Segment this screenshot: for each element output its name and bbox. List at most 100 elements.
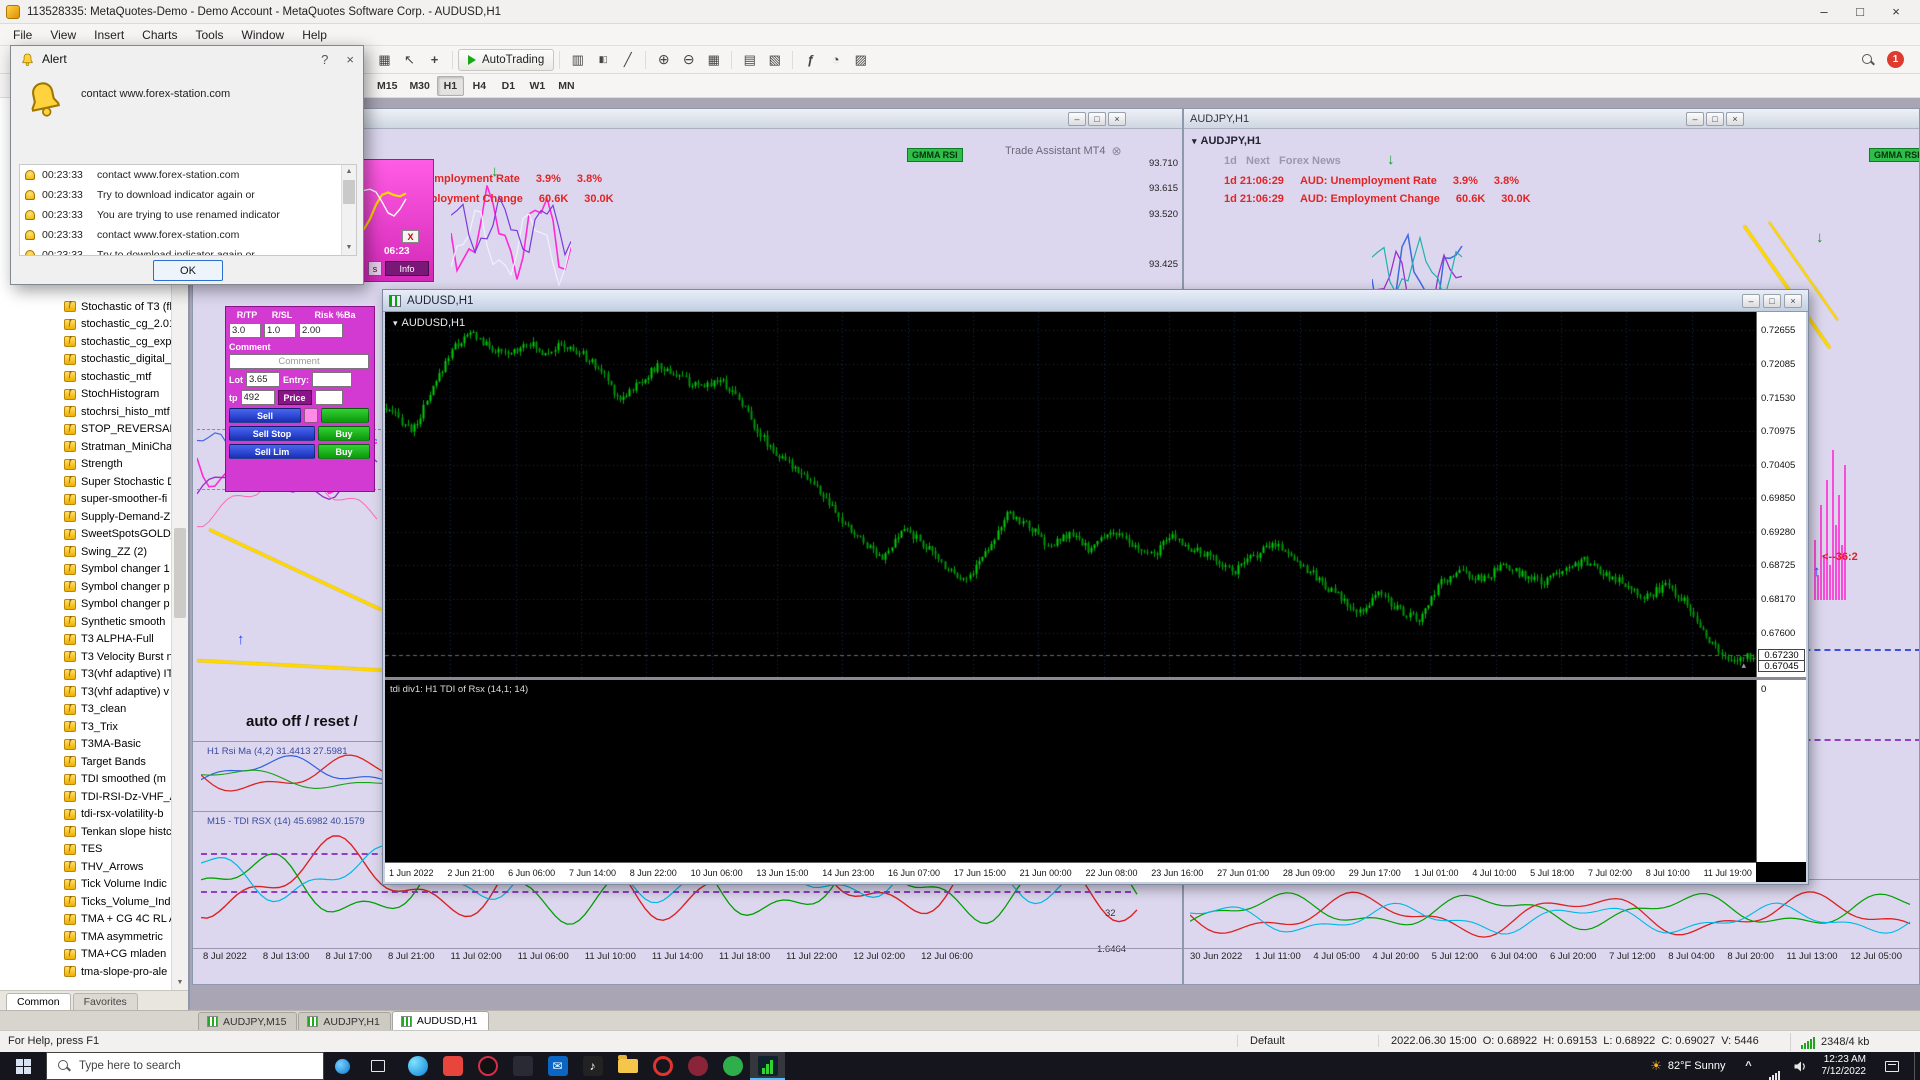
timeframe-button[interactable]: D1	[495, 76, 522, 96]
close-button[interactable]: ×	[346, 52, 354, 67]
rsl-input[interactable]	[264, 323, 296, 338]
taskbar-app-music[interactable]	[575, 1052, 610, 1080]
navigator-item[interactable]: stochastic_digital_	[0, 351, 171, 369]
taskbar-app-edge[interactable]	[400, 1052, 435, 1080]
navigator-item[interactable]: Symbol changer p	[0, 596, 171, 614]
timeframe-button[interactable]: M15	[372, 76, 402, 96]
action-center-button[interactable]	[1874, 1052, 1910, 1080]
maximize-button[interactable]	[1088, 112, 1106, 126]
indicator-scale[interactable]: 0	[1756, 680, 1806, 862]
close-button[interactable]	[1726, 112, 1744, 126]
panel-tab-s[interactable]: s	[368, 261, 382, 276]
main-price-scale[interactable]: 0.72655 0.72085 0.71530 0.70975 0.70405 0.698…	[1756, 312, 1806, 677]
minimize-button[interactable]	[1068, 112, 1086, 126]
taskbar-app-green[interactable]	[715, 1052, 750, 1080]
restore-button[interactable]	[1763, 293, 1781, 308]
sell-button[interactable]: Sell	[229, 408, 301, 423]
navigator-item[interactable]: tdi-rsx-volatility-b	[0, 806, 171, 824]
lot-input[interactable]	[246, 372, 280, 387]
menu-item[interactable]: Window	[233, 28, 294, 42]
navigator-item[interactable]: T3 Velocity Burst n	[0, 648, 171, 666]
comment-input[interactable]	[229, 354, 369, 369]
minimize-button[interactable]	[1806, 0, 1842, 24]
navigator-tab[interactable]: Common	[6, 993, 71, 1010]
zoom-in-icon[interactable]	[651, 49, 676, 71]
window-titlebar[interactable]: AUDJPY,H1	[1184, 109, 1919, 129]
candlestick-chart[interactable]	[385, 312, 1758, 677]
menu-item[interactable]: Charts	[133, 28, 186, 42]
navigator-item[interactable]: Symbol changer p	[0, 578, 171, 596]
tile-windows-icon[interactable]	[701, 49, 726, 71]
panel-close-button[interactable]: X	[402, 230, 419, 243]
navigator-item[interactable]: TDI-RSI-Dz-VHF_A	[0, 788, 171, 806]
scroll-down-icon[interactable]	[342, 241, 356, 255]
scroll-thumb[interactable]	[174, 528, 186, 618]
menu-item[interactable]: Insert	[85, 28, 133, 42]
price-input[interactable]	[314, 390, 343, 405]
navigator-item[interactable]: Synthetic smooth	[0, 613, 171, 631]
navigator-item[interactable]: SweetSpotsGOLD_	[0, 526, 171, 544]
taskbar-app-opera[interactable]	[645, 1052, 680, 1080]
navigator-item[interactable]: THV_Arrows	[0, 858, 171, 876]
sell-stop-button[interactable]: Sell Stop	[229, 426, 315, 441]
close-button[interactable]	[1784, 293, 1802, 308]
timeframe-button[interactable]: MN	[553, 76, 580, 96]
alert-row[interactable]: 00:23:33 contact www.forex-station.com	[20, 165, 340, 185]
cursor-icon[interactable]	[397, 49, 422, 71]
minimize-button[interactable]	[1742, 293, 1760, 308]
navigator-item[interactable]: stochastic_cg_2.01	[0, 316, 171, 334]
scroll-up-icon[interactable]	[342, 165, 356, 179]
line-chart-icon[interactable]	[615, 49, 640, 71]
bar-chart-icon[interactable]	[565, 49, 590, 71]
navigator-item[interactable]: Symbol changer 1	[0, 561, 171, 579]
cascade-windows-icon[interactable]	[762, 49, 787, 71]
indicator-subwindow[interactable]: tdi div1: H1 TDI of Rsx (14,1; 14)	[385, 680, 1756, 862]
menu-item[interactable]: Help	[293, 28, 336, 42]
tp-input[interactable]	[240, 390, 275, 405]
navigator-tab[interactable]: Favorites	[72, 993, 138, 1010]
navigator-item[interactable]: Tenkan slope histc	[0, 823, 171, 841]
close-icon[interactable]	[1111, 144, 1121, 158]
notification-badge[interactable]: 1	[1887, 51, 1904, 68]
minimize-button[interactable]	[1686, 112, 1704, 126]
maximize-button[interactable]	[1842, 0, 1878, 24]
alert-row[interactable]: 00:23:33 contact www.forex-station.com	[20, 225, 340, 245]
taskbar-app-maroon[interactable]	[680, 1052, 715, 1080]
crosshair-icon[interactable]	[422, 49, 447, 71]
timeframe-button[interactable]: M30	[404, 76, 434, 96]
timeframe-button[interactable]: W1	[524, 76, 551, 96]
navigator-item[interactable]: StochHistogram	[0, 386, 171, 404]
chart-tab[interactable]: AUDJPY,M15	[198, 1012, 298, 1030]
show-desktop-button[interactable]	[1914, 1052, 1920, 1080]
navigator-item[interactable]: T3_clean	[0, 701, 171, 719]
navigator-item[interactable]: T3(vhf adaptive) IT	[0, 666, 171, 684]
close-button[interactable]	[1878, 0, 1914, 24]
taskbar-app-metatrader[interactable]	[750, 1052, 785, 1080]
autotrading-button[interactable]: AutoTrading	[458, 48, 555, 71]
navigator-item[interactable]: stochrsi_histo_mtf	[0, 403, 171, 421]
navigator-item[interactable]: Super Stochastic D	[0, 473, 171, 491]
taskbar-search[interactable]	[46, 1052, 324, 1080]
modify-button[interactable]	[304, 408, 318, 423]
navigator-item[interactable]: Stochastic of T3 (fl	[0, 298, 171, 316]
help-button[interactable]: ?	[321, 52, 328, 67]
buy-quick-button[interactable]	[321, 408, 369, 423]
navigator-item[interactable]: Target Bands	[0, 753, 171, 771]
navigator-item[interactable]: tma-slope-pro-ale	[0, 963, 171, 981]
taskbar-app-opera-gx[interactable]	[470, 1052, 505, 1080]
menu-item[interactable]: File	[4, 28, 41, 42]
navigator-item[interactable]: Swing_ZZ (2)	[0, 543, 171, 561]
periods-icon[interactable]	[823, 49, 848, 71]
navigator-item[interactable]: Stratman_MiniCha	[0, 438, 171, 456]
chevron-down-icon[interactable]	[393, 317, 402, 329]
cortana-button[interactable]	[324, 1052, 360, 1080]
window-titlebar[interactable]: 113528335: MetaQuotes-Demo - Demo Accoun…	[0, 0, 1920, 24]
new-chart-icon[interactable]	[372, 49, 397, 71]
arrange-windows-icon[interactable]	[737, 49, 762, 71]
navigator-item[interactable]: Strength	[0, 456, 171, 474]
chevron-down-icon[interactable]	[1192, 135, 1201, 147]
close-button[interactable]	[1108, 112, 1126, 126]
taskbar-app-mail[interactable]	[540, 1052, 575, 1080]
navigator-item[interactable]: TDI smoothed (m	[0, 771, 171, 789]
sell-limit-button[interactable]: Sell Lim	[229, 444, 315, 459]
